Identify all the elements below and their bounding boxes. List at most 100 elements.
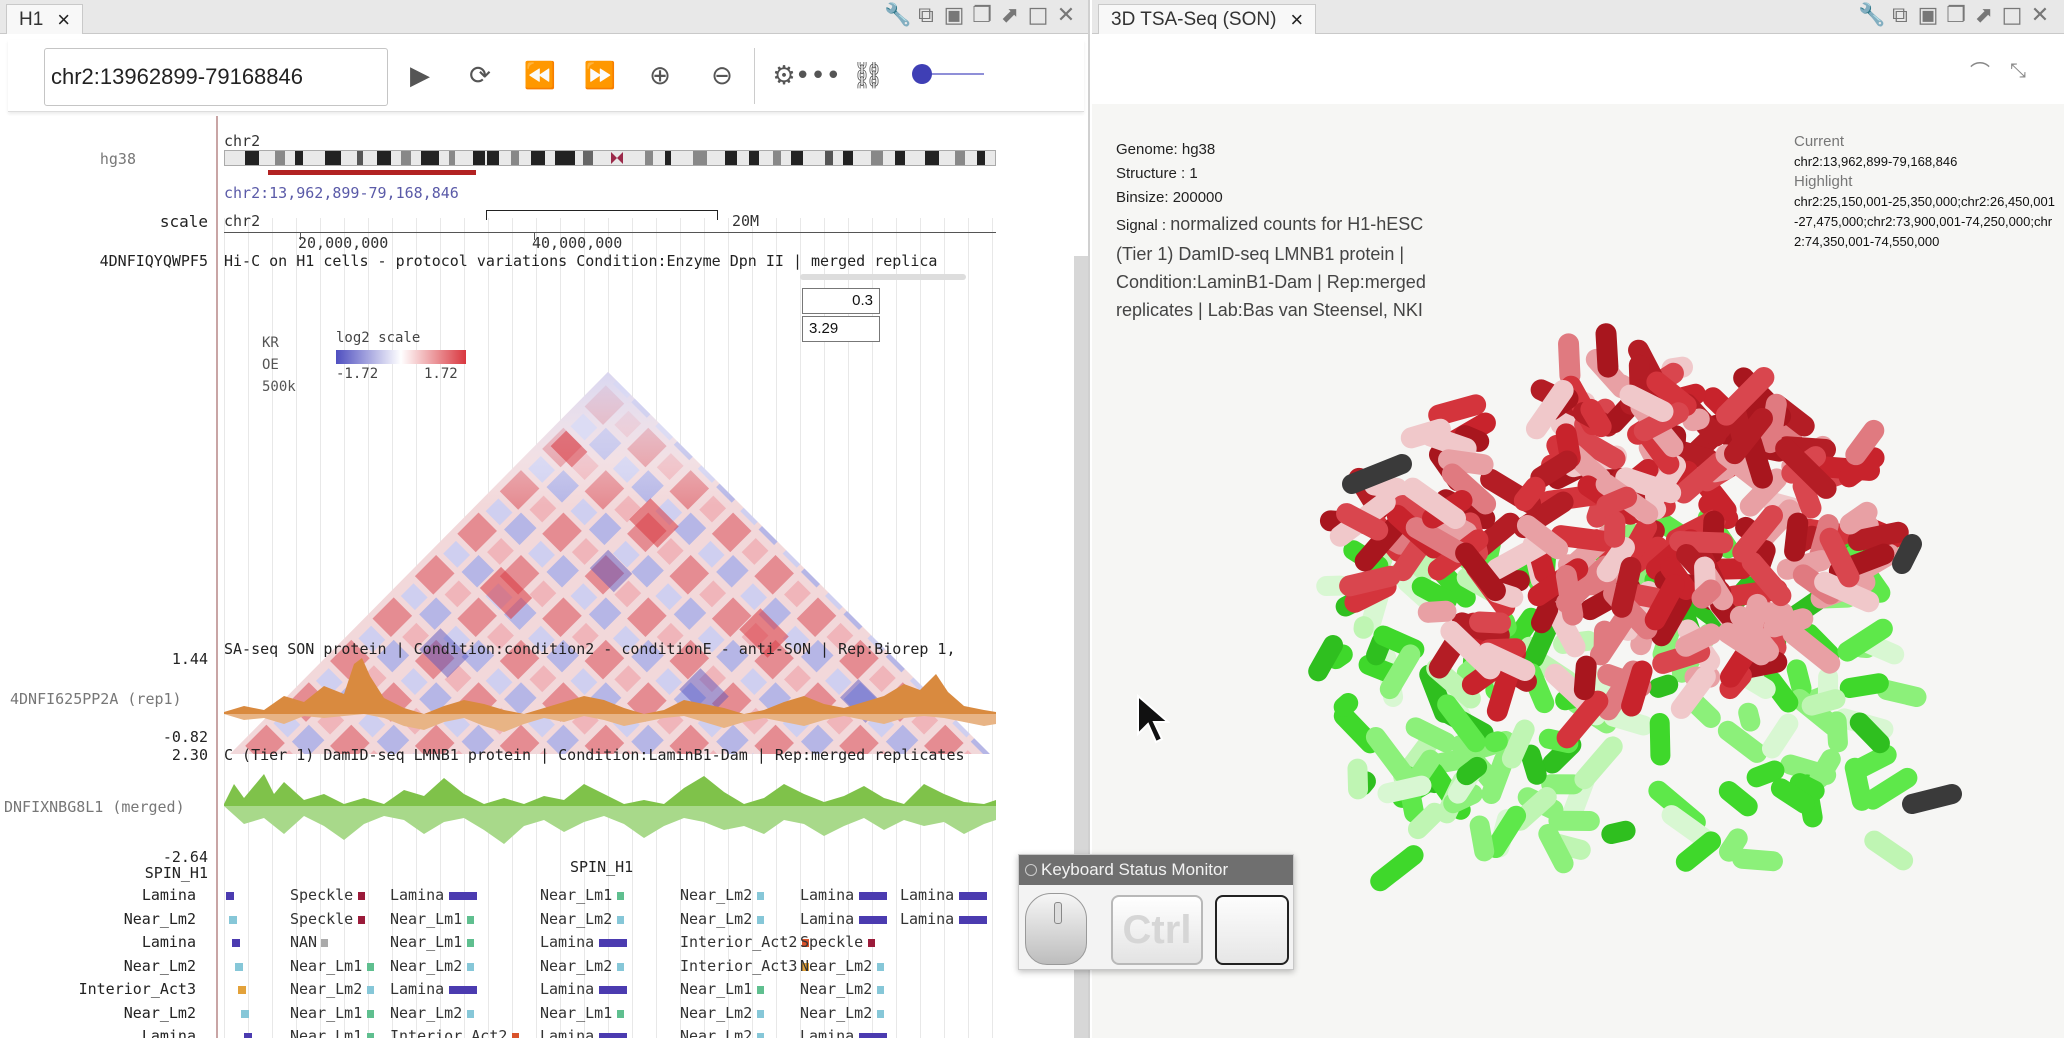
collapse-icon[interactable]: ⤡ — [2004, 56, 2032, 84]
spin-feature-mark[interactable] — [616, 915, 624, 924]
spin-feature-mark[interactable] — [321, 939, 329, 947]
spin-feature-mark[interactable] — [598, 939, 627, 947]
spin-feature-mark[interactable] — [357, 915, 365, 924]
spin-feature-mark[interactable] — [238, 986, 246, 994]
tab-h1-label: H1 — [19, 8, 44, 30]
hic-range-slider[interactable] — [800, 274, 966, 280]
spin-feature-mark[interactable] — [876, 1009, 884, 1018]
spin-feature-mark[interactable] — [466, 1009, 474, 1018]
spin-feature-mark[interactable] — [232, 939, 240, 947]
fast-forward-icon[interactable]: ⏩ — [580, 56, 620, 96]
copy-icon[interactable]: ❐ — [1944, 2, 1968, 28]
rewind-icon[interactable]: ⏪ — [520, 56, 560, 96]
spin-feature-mark[interactable] — [448, 986, 477, 994]
spin-feature-mark[interactable] — [598, 986, 627, 994]
spin-feature-mark[interactable] — [756, 986, 764, 994]
cytoband-segment — [645, 151, 653, 165]
spin-feature-mark[interactable] — [226, 892, 234, 900]
spin-feature-mark[interactable] — [876, 962, 884, 971]
hic-range-low-input[interactable]: 0.3 — [802, 288, 880, 314]
close-icon[interactable]: ✕ — [2028, 2, 2052, 28]
structure-segment — [1675, 623, 1722, 657]
save-icon[interactable]: ▣ — [942, 2, 966, 28]
tab-3d-label: 3D TSA-Seq (SON) — [1111, 8, 1277, 30]
spin-feature-mark[interactable] — [867, 939, 875, 947]
detach-icon[interactable]: ⧉ — [1888, 2, 1912, 28]
chromosome-ideogram[interactable] — [224, 150, 996, 166]
spin-feature-mark[interactable] — [466, 939, 474, 947]
close-icon[interactable]: ✕ — [1054, 2, 1078, 28]
ksm-titlebar[interactable]: Keyboard Status Monitor — [1019, 855, 1293, 885]
spin-feature-mark[interactable] — [366, 962, 374, 971]
hic-range-high-input[interactable]: 3.29 — [802, 316, 880, 342]
structure-segment — [1411, 576, 1458, 611]
structure-segment — [1538, 823, 1574, 874]
spin-feature-mark[interactable] — [229, 915, 237, 924]
unlink-icon[interactable]: ⛓ — [848, 56, 888, 96]
spin-feature-mark[interactable] — [756, 1009, 764, 1018]
structure-segment — [1718, 781, 1758, 817]
tab-h1[interactable]: H1 × — [6, 4, 84, 34]
cytoband-segment — [449, 151, 455, 165]
hic-colorbar — [336, 350, 466, 364]
spin-feature-mark[interactable] — [858, 915, 887, 924]
structure-segment — [1621, 660, 1653, 717]
slider-knob[interactable] — [912, 64, 932, 84]
spin-feature-mark[interactable] — [241, 1009, 249, 1018]
spin-feature-label: Near_Lm2 — [680, 1003, 753, 1022]
spin-feature-mark[interactable] — [357, 892, 365, 900]
structure-segment — [1691, 579, 1722, 609]
spin-feature-mark[interactable] — [756, 892, 764, 900]
spin-feature-mark[interactable] — [366, 1033, 374, 1038]
spin-feature-label: Near_Lm2 — [540, 909, 613, 928]
spin-feature-mark[interactable] — [616, 1009, 624, 1018]
locus-input[interactable]: chr2:13962899-79168846 — [44, 48, 388, 106]
maximize-icon[interactable]: □ — [1026, 2, 1050, 28]
spin-feature-label: Near_Lm1 — [290, 1003, 363, 1022]
maximize-icon[interactable]: □ — [2000, 2, 2024, 28]
current-region-panel: Current chr2:13,962,899-79,168,846 Highl… — [1794, 132, 2056, 252]
close-tab-icon[interactable]: × — [57, 8, 70, 31]
3d-chromatin-structure[interactable] — [1212, 264, 2012, 944]
spin-feature-mark[interactable] — [958, 915, 987, 924]
zoom-out-icon[interactable]: ⊖ — [702, 56, 742, 96]
spin-feature-mark[interactable] — [235, 962, 243, 971]
rainbow-icon[interactable]: ⌒ — [1966, 56, 1994, 84]
spin-feature-mark[interactable] — [448, 892, 477, 900]
detach-icon[interactable]: ⧉ — [914, 2, 938, 28]
play-icon[interactable]: ▶ — [400, 56, 440, 96]
tsa-signal-track[interactable] — [224, 656, 996, 734]
spin-feature-mark[interactable] — [466, 915, 474, 924]
refresh-icon[interactable]: ⟳ — [460, 56, 500, 96]
structure-segment — [1746, 760, 1785, 788]
damid-signal-track[interactable] — [224, 764, 996, 860]
wrench-icon[interactable]: 🔧 — [1858, 2, 1885, 28]
popout-icon[interactable]: ⬈ — [998, 2, 1022, 28]
spin-feature-mark[interactable] — [366, 986, 374, 994]
popout-icon[interactable]: ⬈ — [1972, 2, 1996, 28]
spin-feature-mark[interactable] — [512, 1033, 520, 1038]
save-icon[interactable]: ▣ — [1916, 2, 1940, 28]
spin-feature-mark[interactable] — [244, 1033, 252, 1038]
spin-feature-mark[interactable] — [876, 986, 884, 994]
spin-feature-mark[interactable] — [756, 1033, 764, 1038]
tsa-min-label: -0.82 — [162, 728, 208, 746]
spin-feature-mark[interactable] — [958, 892, 987, 900]
spin-feature-mark[interactable] — [598, 1033, 627, 1038]
spin-feature-mark[interactable] — [858, 892, 887, 900]
close-tab-icon[interactable]: × — [1290, 8, 1303, 31]
spin-feature-label: Near_Lm1 — [390, 933, 463, 951]
wrench-icon[interactable]: 🔧 — [884, 2, 911, 28]
spin-feature-mark[interactable] — [756, 915, 764, 924]
spin-feature-mark[interactable] — [616, 962, 624, 971]
spin-feature-mark[interactable] — [858, 1033, 887, 1038]
tab-3d-tsa-seq[interactable]: 3D TSA-Seq (SON) × — [1098, 4, 1317, 34]
spin-feature-mark[interactable] — [616, 892, 624, 900]
spin-feature-label: Lamina — [800, 909, 855, 928]
more-icon[interactable]: ••• — [795, 56, 841, 96]
browser-toolbar: chr2:13962899-79168846 ▶ ⟳ ⏪ ⏩ ⊕ ⊖ ⚙ •••… — [8, 40, 1084, 112]
copy-icon[interactable]: ❐ — [970, 2, 994, 28]
spin-feature-mark[interactable] — [466, 962, 474, 971]
zoom-in-icon[interactable]: ⊕ — [640, 56, 680, 96]
spin-feature-mark[interactable] — [366, 1009, 374, 1018]
